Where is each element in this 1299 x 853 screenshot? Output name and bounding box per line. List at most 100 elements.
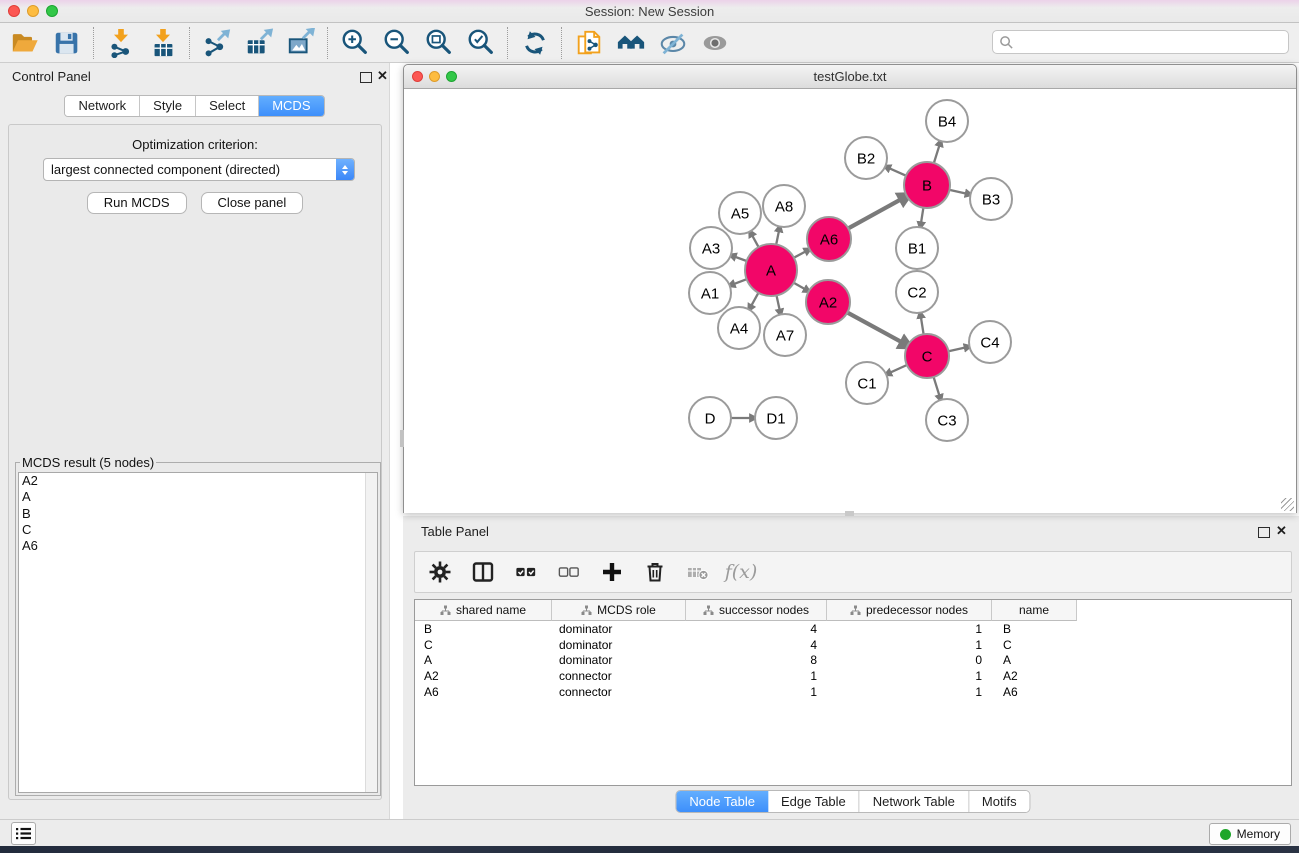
graph-edge-B-B4[interactable] (934, 140, 941, 163)
graph-node-B[interactable]: B (904, 162, 950, 208)
table-row[interactable]: Bdominator41B (415, 621, 1291, 637)
graph-node-D1[interactable]: D1 (755, 397, 797, 439)
graph-node-A1[interactable]: A1 (689, 272, 731, 314)
export-image-icon[interactable] (286, 28, 316, 58)
deselect-all-icon[interactable] (556, 559, 582, 585)
graph-node-A8[interactable]: A8 (763, 185, 805, 227)
network-graph[interactable]: AA6A2BCA5A8A3A1A4A7B2B4B3B1C2C4C1C3DD1 (404, 89, 1296, 513)
float-panel-icon[interactable] (360, 72, 372, 83)
titlebar[interactable]: Session: New Session (0, 0, 1299, 23)
minimize-window-icon[interactable] (27, 5, 39, 17)
graph-node-A5[interactable]: A5 (719, 192, 761, 234)
column-header-shared-name[interactable]: shared name (415, 600, 552, 621)
graph-edge-A2-C[interactable] (847, 313, 910, 348)
table-row[interactable]: Adominator80A (415, 653, 1291, 669)
tab-select[interactable]: Select (196, 96, 259, 116)
float-table-panel-icon[interactable] (1258, 527, 1270, 538)
graph-edge-B-B3[interactable] (950, 190, 972, 195)
graph-edge-B-B2[interactable] (884, 166, 906, 176)
graph-node-B4[interactable]: B4 (926, 100, 968, 142)
result-scrollbar[interactable] (365, 473, 377, 792)
graph-edge-A-A5[interactable] (750, 231, 759, 248)
desktop-hscroll-thumb[interactable] (845, 511, 854, 516)
graph-node-C2[interactable]: C2 (896, 271, 938, 313)
graph-edge-C-C4[interactable] (949, 346, 971, 351)
network-canvas[interactable]: AA6A2BCA5A8A3A1A4A7B2B4B3B1C2C4C1C3DD1 (404, 89, 1296, 513)
zoom-window-icon[interactable] (46, 5, 58, 17)
result-item[interactable]: A2 (19, 473, 377, 489)
tab-mcds[interactable]: MCDS (259, 96, 323, 116)
column-header-name[interactable]: name (992, 600, 1077, 621)
network-minimize-icon[interactable] (429, 71, 440, 82)
zoom-selected-icon[interactable] (466, 28, 496, 58)
column-header-mcds-role[interactable]: MCDS role (552, 600, 686, 621)
zoom-in-icon[interactable] (340, 28, 370, 58)
graph-node-C1[interactable]: C1 (846, 362, 888, 404)
graph-edge-A-A4[interactable] (749, 293, 759, 311)
graph-edge-A6-B[interactable] (848, 195, 909, 229)
window-resize-grip[interactable] (1281, 498, 1294, 511)
network-window-titlebar[interactable]: testGlobe.txt (404, 65, 1296, 89)
criterion-dropdown[interactable]: largest connected component (directed) (43, 158, 355, 181)
graph-edge-A-A1[interactable] (729, 279, 747, 286)
result-item[interactable]: B (19, 506, 377, 522)
graph-node-B3[interactable]: B3 (970, 178, 1012, 220)
graph-node-B1[interactable]: B1 (896, 227, 938, 269)
add-row-icon[interactable] (599, 559, 625, 585)
graph-edge-A-A3[interactable] (730, 255, 747, 261)
graph-node-A7[interactable]: A7 (764, 314, 806, 356)
search-input[interactable] (1014, 34, 1288, 50)
result-item[interactable]: C (19, 522, 377, 538)
column-header-predecessor-nodes[interactable]: predecessor nodes (827, 600, 992, 621)
import-network-icon[interactable] (106, 28, 136, 58)
zoom-out-icon[interactable] (382, 28, 412, 58)
gear-icon[interactable] (427, 559, 453, 585)
function-builder-icon[interactable]: f(x) (728, 559, 754, 585)
refresh-icon[interactable] (520, 28, 550, 58)
open-folder-icon[interactable] (10, 28, 40, 58)
tab-motifs[interactable]: Motifs (969, 791, 1030, 812)
tab-network[interactable]: Network (65, 96, 140, 116)
select-all-icon[interactable] (513, 559, 539, 585)
columns-icon[interactable] (470, 559, 496, 585)
graph-node-B2[interactable]: B2 (845, 137, 887, 179)
graph-node-A[interactable]: A (745, 244, 797, 296)
table-row[interactable]: A6connector11A6 (415, 684, 1291, 700)
zoom-fit-icon[interactable] (424, 28, 454, 58)
network-close-icon[interactable] (412, 71, 423, 82)
tab-edge-table[interactable]: Edge Table (768, 791, 860, 812)
delete-row-icon[interactable] (642, 559, 668, 585)
home-icon[interactable] (616, 28, 646, 58)
close-panel-icon[interactable]: ✕ (377, 68, 388, 84)
graph-node-A6[interactable]: A6 (807, 217, 851, 261)
close-window-icon[interactable] (8, 5, 20, 17)
desktop-vscroll-thumb[interactable] (400, 430, 404, 447)
graph-edge-A-A7[interactable] (777, 295, 781, 315)
graph-edge-A-A2[interactable] (794, 283, 810, 292)
close-panel-button[interactable]: Close panel (201, 192, 304, 214)
import-table-icon[interactable] (148, 28, 178, 58)
duplicate-network-icon[interactable] (574, 28, 604, 58)
graph-node-A4[interactable]: A4 (718, 307, 760, 349)
search-field[interactable] (992, 30, 1289, 54)
graph-node-A2[interactable]: A2 (806, 280, 850, 324)
column-header-successor-nodes[interactable]: successor nodes (686, 600, 827, 621)
show-details-icon[interactable] (700, 28, 730, 58)
table-row[interactable]: A2connector11A2 (415, 668, 1291, 684)
graph-edge-A-A6[interactable] (794, 249, 811, 258)
tab-style[interactable]: Style (140, 96, 196, 116)
table-row[interactable]: Cdominator41C (415, 637, 1291, 653)
result-item[interactable]: A (19, 489, 377, 505)
graph-edge-A-A8[interactable] (776, 226, 780, 245)
clear-table-icon[interactable] (685, 559, 711, 585)
graph-node-D[interactable]: D (689, 397, 731, 439)
result-item[interactable]: A6 (19, 538, 377, 554)
graph-edge-C-C2[interactable] (920, 312, 924, 334)
graph-edge-C-C3[interactable] (934, 377, 941, 401)
memory-button[interactable]: Memory (1209, 823, 1291, 845)
save-icon[interactable] (52, 28, 82, 58)
hide-details-icon[interactable] (658, 28, 688, 58)
close-table-panel-icon[interactable]: ✕ (1276, 523, 1287, 539)
export-network-icon[interactable] (202, 28, 232, 58)
graph-node-A3[interactable]: A3 (690, 227, 732, 269)
